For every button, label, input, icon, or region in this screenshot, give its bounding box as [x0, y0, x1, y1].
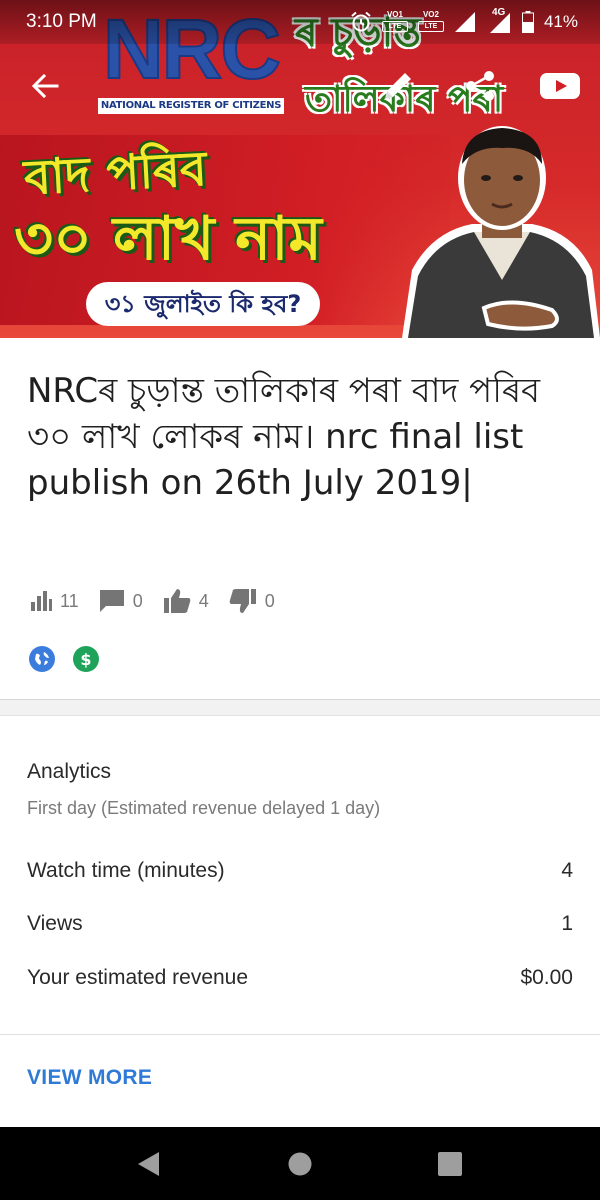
status-bar: 3:10 PM VO1 LTE VO2 LTE 4G 41% — [0, 0, 600, 44]
video-title: NRCৰ চুড়ান্ত তালিকাৰ পৰা বাদ পৰিব ৩০ লা… — [27, 371, 541, 503]
screen: NRC NATIONAL REGISTER OF CITIZENS ৰ চুড়… — [0, 0, 600, 1200]
youtube-button[interactable] — [536, 62, 584, 110]
metric-watch-time: Watch time (minutes) 4 — [27, 859, 573, 889]
presenter-image — [402, 126, 600, 338]
comments-stat: 0 — [99, 589, 143, 613]
public-badge[interactable] — [29, 646, 55, 672]
comment-icon — [99, 590, 124, 612]
views-stat: 11 — [30, 590, 79, 612]
metric-value: 4 — [561, 859, 573, 882]
bar-chart-icon — [31, 591, 52, 611]
sim2-num: 2 — [434, 10, 439, 19]
sim2-lte: LTE — [417, 21, 444, 32]
comments-count: 0 — [132, 590, 143, 611]
divider — [0, 1034, 600, 1035]
logo-subtitle: NATIONAL REGISTER OF CITIZENS — [98, 98, 284, 114]
navigation-bar — [0, 1127, 600, 1200]
sim1-lte: LTE — [381, 21, 408, 32]
metric-label: Views — [27, 912, 83, 935]
battery-percent: 41% — [543, 12, 578, 31]
sim1-indicator: VO1 LTE — [381, 10, 408, 34]
metric-value: 1 — [561, 912, 573, 935]
youtube-icon — [540, 73, 580, 99]
edit-button[interactable] — [374, 62, 422, 110]
view-more-button[interactable]: VIEW MORE — [27, 1066, 152, 1090]
share-button[interactable] — [456, 62, 504, 110]
nav-home-icon — [288, 1152, 312, 1176]
svg-text:$: $ — [80, 650, 91, 669]
likes-count: 4 — [198, 590, 209, 611]
analytics-title: Analytics — [27, 760, 112, 783]
status-time: 3:10 PM — [26, 11, 97, 32]
nav-recents-button[interactable] — [433, 1147, 467, 1181]
video-info-card: NRCৰ চুড়ান্ত তালিকাৰ পৰা বাদ পৰিব ৩০ লা… — [0, 338, 600, 700]
metric-value: $0.00 — [520, 966, 573, 989]
dislikes-count: 0 — [264, 590, 275, 611]
nav-recents-icon — [438, 1152, 462, 1176]
dislikes-stat: 0 — [229, 588, 275, 614]
views-count: 11 — [60, 590, 79, 611]
battery-icon — [521, 11, 534, 33]
monetized-badge[interactable]: $ — [73, 646, 99, 672]
edit-pencil-icon — [385, 73, 411, 99]
thumbnail-question-pill: ৩১ জুলাইত কি হব? — [86, 282, 320, 326]
alarm-icon — [351, 11, 371, 32]
video-stats: 11 0 4 0 — [30, 586, 295, 616]
sim1-top: VO — [386, 10, 399, 19]
metric-views: Views 1 — [27, 912, 573, 942]
video-badges: $ — [29, 646, 99, 672]
sim2-top: VO — [422, 10, 435, 19]
metric-revenue: Your estimated revenue $0.00 — [27, 966, 573, 996]
analytics-card: Analytics First day (Estimated revenue d… — [0, 715, 600, 1127]
likes-stat: 4 — [163, 588, 209, 614]
thumbnail-big-line-2: ৩০ লাখ নাম — [14, 204, 322, 274]
dollar-icon: $ — [80, 650, 91, 669]
thumbs-down-icon — [229, 589, 256, 613]
nav-back-icon — [138, 1152, 159, 1176]
nav-home-button[interactable] — [283, 1147, 317, 1181]
signal-2-icon: 4G — [486, 7, 512, 34]
metric-label: Your estimated revenue — [27, 966, 249, 989]
metric-label: Watch time (minutes) — [27, 859, 225, 882]
back-button[interactable] — [21, 62, 69, 110]
signal-1-icon — [454, 12, 475, 32]
analytics-subtitle: First day (Estimated revenue delayed 1 d… — [27, 798, 381, 818]
globe-icon — [33, 650, 51, 668]
thumbs-up-icon — [163, 589, 191, 613]
sim2-indicator: VO2 LTE — [417, 10, 444, 34]
nav-back-button[interactable] — [131, 1147, 165, 1181]
status-icons: VO1 LTE VO2 LTE 4G 41% — [350, 7, 578, 35]
back-arrow-icon — [31, 73, 59, 99]
share-icon — [466, 71, 494, 101]
sim1-num: 1 — [398, 10, 403, 19]
video-thumbnail[interactable]: NRC NATIONAL REGISTER OF CITIZENS ৰ চুড়… — [0, 0, 600, 338]
